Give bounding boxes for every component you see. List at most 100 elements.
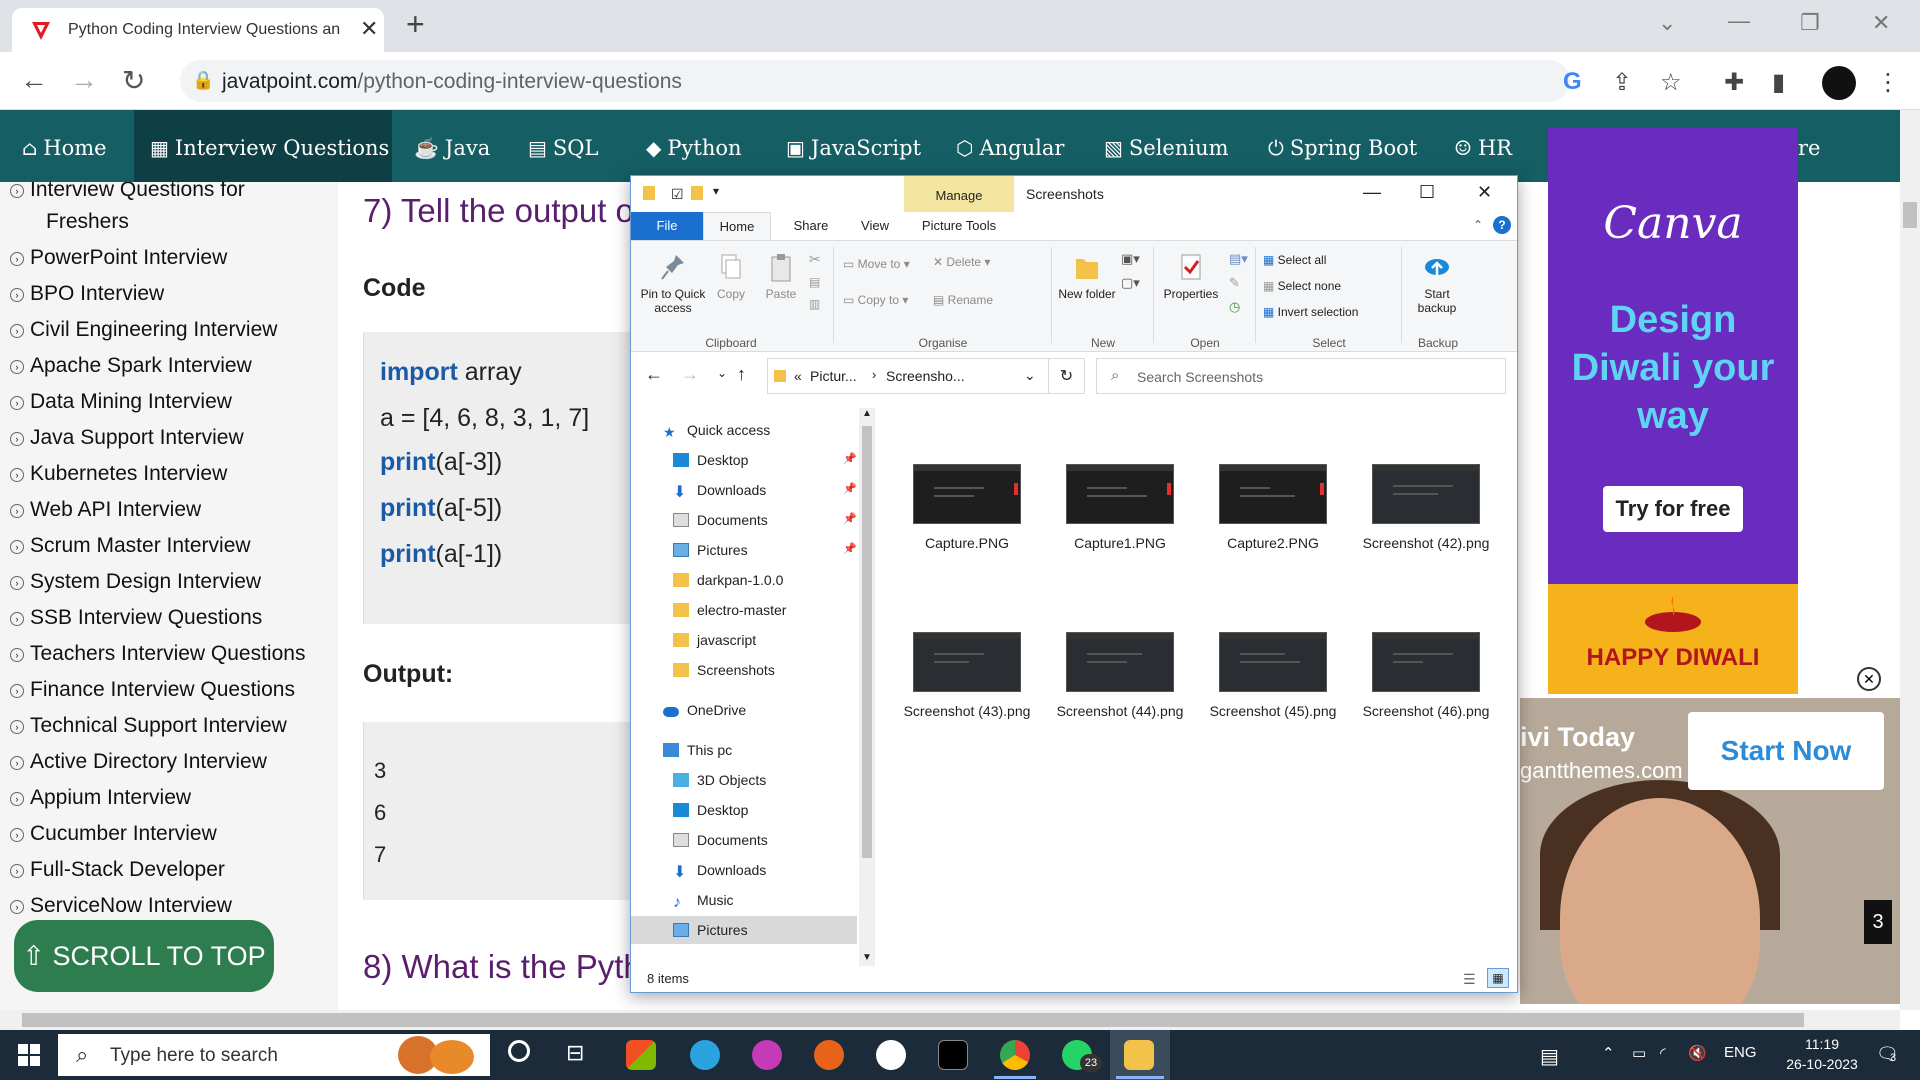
sidebar-item[interactable]: › Kubernetes Interview bbox=[10, 462, 227, 486]
nav-item-spring-boot[interactable]: ⏻ Spring Boot bbox=[1268, 110, 1417, 182]
sidebar-item[interactable]: › SSB Interview Questions bbox=[10, 606, 262, 630]
sidebar-item[interactable]: › Active Directory Interview bbox=[10, 750, 267, 774]
nav-documents[interactable]: Documents bbox=[631, 506, 857, 534]
tab-search-chevron-icon[interactable]: ⌄ bbox=[1658, 10, 1676, 36]
sidebar-item[interactable]: › ServiceNow Interview bbox=[10, 894, 232, 918]
scroll-up-icon[interactable]: ▲ bbox=[862, 408, 872, 419]
nav-item-home[interactable]: ⌂ Home bbox=[22, 110, 107, 182]
file-item[interactable]: Screenshot (46).png bbox=[1356, 632, 1496, 720]
sidebar-item[interactable]: › Web API Interview bbox=[10, 498, 201, 522]
copy-path-icon[interactable]: ▤ bbox=[809, 275, 820, 289]
scrollbar-thumb[interactable] bbox=[862, 426, 872, 858]
file-item[interactable]: Capture1.PNG bbox=[1050, 464, 1190, 552]
url-bar[interactable]: 🔒 javatpoint.com/python-coding-interview… bbox=[180, 60, 1570, 102]
help-icon[interactable]: ? bbox=[1493, 216, 1511, 234]
history-icon[interactable]: ◷ bbox=[1229, 299, 1240, 315]
battery-icon[interactable]: ▭ bbox=[1632, 1044, 1646, 1062]
lock-icon[interactable]: 🔒 bbox=[192, 70, 214, 91]
file-item[interactable]: Screenshot (42).png bbox=[1356, 464, 1496, 552]
wifi-icon[interactable]: ◜ bbox=[1660, 1044, 1666, 1062]
language-indicator[interactable]: ENG bbox=[1724, 1044, 1757, 1061]
nav-pc-desktop[interactable]: Desktop bbox=[631, 796, 857, 824]
nav-item-more[interactable]: re bbox=[1798, 110, 1820, 182]
close-window-icon[interactable]: ✕ bbox=[1872, 10, 1890, 36]
copy-button[interactable]: Copy bbox=[711, 251, 751, 301]
tab-home[interactable]: Home bbox=[703, 212, 771, 240]
cortana-icon[interactable] bbox=[508, 1040, 530, 1062]
forward-icon[interactable]: → bbox=[70, 64, 98, 96]
rename-button[interactable]: ▤ Rename bbox=[933, 293, 993, 307]
terminal-icon[interactable] bbox=[938, 1040, 968, 1070]
select-all-button[interactable]: ▦ Select all bbox=[1263, 253, 1326, 267]
file-item[interactable]: Screenshot (43).png bbox=[897, 632, 1037, 720]
back-icon[interactable]: ← bbox=[645, 364, 663, 385]
system-clock[interactable]: 11:19 26-10-2023 bbox=[1782, 1034, 1862, 1074]
nav-downloads[interactable]: ⬇ Downloads bbox=[631, 476, 857, 504]
sidebar-item[interactable]: › Scrum Master Interview bbox=[10, 534, 251, 558]
nav-folder-electro-master[interactable]: electro-master bbox=[631, 596, 857, 624]
ad-close-icon[interactable]: ✕ bbox=[1857, 667, 1881, 691]
explorer-search-box[interactable]: ⌕ Search Screenshots bbox=[1096, 358, 1506, 394]
invert-selection-button[interactable]: ▦ Invert selection bbox=[1263, 305, 1358, 319]
nav-pc-music[interactable]: ♪ Music bbox=[631, 886, 857, 914]
windows-start-icon[interactable] bbox=[18, 1044, 40, 1066]
nav-onedrive[interactable]: OneDrive bbox=[631, 696, 857, 724]
nav-folder-screenshots[interactable]: Screenshots bbox=[631, 656, 857, 684]
sidebar-item[interactable]: › Teachers Interview Questions bbox=[10, 642, 305, 666]
new-folder-quick-icon[interactable] bbox=[691, 186, 703, 200]
browser-tab[interactable]: Python Coding Interview Questions an ✕ bbox=[12, 8, 384, 52]
file-explorer-icon[interactable] bbox=[1124, 1040, 1154, 1070]
taskbar-search-box[interactable]: ⌕ Type here to search bbox=[58, 1034, 490, 1076]
breadcrumb-overflow[interactable]: « bbox=[794, 368, 802, 384]
nav-this-pc[interactable]: This pc bbox=[631, 736, 857, 764]
sidebar-item[interactable]: › Civil Engineering Interview bbox=[10, 318, 277, 342]
canva-ad[interactable]: Canva Design Diwali your way Try for fre… bbox=[1548, 128, 1798, 694]
menu-icon[interactable]: ⋮ bbox=[1876, 68, 1900, 97]
nav-item-javascript[interactable]: ▣ JavaScript bbox=[786, 110, 921, 182]
show-hidden-icons-chevron-icon[interactable]: ⌃ bbox=[1602, 1044, 1615, 1062]
nav-item-hr[interactable]: ☺ HR bbox=[1454, 110, 1512, 182]
properties-button[interactable]: Properties bbox=[1159, 251, 1223, 301]
sidebar-item[interactable]: › Appium Interview bbox=[10, 786, 191, 810]
tab-share[interactable]: Share bbox=[781, 212, 841, 240]
details-view-icon[interactable]: ☰ bbox=[1463, 966, 1476, 992]
page-vertical-scrollbar[interactable] bbox=[1900, 110, 1920, 1010]
refresh-icon[interactable]: ↻ bbox=[1049, 358, 1085, 394]
manage-context-tab[interactable]: Manage bbox=[904, 176, 1014, 212]
address-dropdown-icon[interactable]: ⌄ bbox=[1024, 367, 1036, 384]
scrollbar-thumb[interactable] bbox=[22, 1013, 1804, 1027]
pin-to-quick-access-button[interactable]: Pin to Quick access bbox=[637, 251, 709, 315]
nav-item-selenium[interactable]: ▧ Selenium bbox=[1104, 110, 1229, 182]
paste-shortcut-icon[interactable]: ▥ bbox=[809, 297, 820, 311]
copy-to-button[interactable]: ▭ Copy to ▾ bbox=[843, 293, 908, 307]
customize-quick-access-icon[interactable]: ▾ bbox=[713, 184, 719, 198]
large-icons-view-icon[interactable]: ▦ bbox=[1487, 968, 1509, 988]
easy-access-icon[interactable]: ▢▾ bbox=[1121, 275, 1140, 291]
start-now-button[interactable]: Start Now bbox=[1688, 712, 1884, 790]
sidebar-item-continued[interactable]: Freshers bbox=[46, 210, 129, 234]
sidebar-item[interactable]: › Technical Support Interview bbox=[10, 714, 287, 738]
page-horizontal-scrollbar[interactable] bbox=[0, 1010, 1900, 1030]
nav-folder-javascript[interactable]: javascript bbox=[631, 626, 857, 654]
move-to-button[interactable]: ▭ Move to ▾ bbox=[843, 257, 910, 271]
nav-item-java[interactable]: ☕ Java bbox=[414, 110, 490, 182]
nav-item-interview-questions[interactable]: ▦ Interview Questions bbox=[134, 110, 392, 182]
nav-folder-darkpan[interactable]: darkpan-1.0.0 bbox=[631, 566, 857, 594]
nav-pictures[interactable]: Pictures bbox=[631, 536, 857, 564]
divi-video-ad[interactable]: ivi Today gantthemes.com Start Now bbox=[1520, 698, 1900, 1004]
share-icon[interactable]: ⇪ bbox=[1612, 68, 1632, 97]
explorer-address-box[interactable]: « Pictur... › Screensho... ⌄ bbox=[767, 358, 1049, 394]
scroll-to-top-button[interactable]: ⇧ SCROLL TO TOP bbox=[14, 920, 274, 992]
start-backup-button[interactable]: Start backup bbox=[1407, 251, 1467, 315]
chrome-icon[interactable] bbox=[1000, 1040, 1030, 1070]
nav-desktop[interactable]: Desktop bbox=[631, 446, 857, 474]
sidebar-item[interactable]: › Cucumber Interview bbox=[10, 822, 217, 846]
tab-file[interactable]: File bbox=[631, 212, 703, 240]
bookmark-star-icon[interactable]: ☆ bbox=[1660, 68, 1682, 97]
breadcrumb-screenshots[interactable]: Screensho... bbox=[886, 368, 965, 384]
nav-item-angular[interactable]: ⬡ Angular bbox=[956, 110, 1064, 182]
sidebar-item[interactable]: › Full-Stack Developer bbox=[10, 858, 225, 882]
file-item[interactable]: Screenshot (45).png bbox=[1203, 632, 1343, 720]
vivaldi-icon[interactable] bbox=[752, 1040, 782, 1070]
tab-view[interactable]: View bbox=[845, 212, 905, 240]
